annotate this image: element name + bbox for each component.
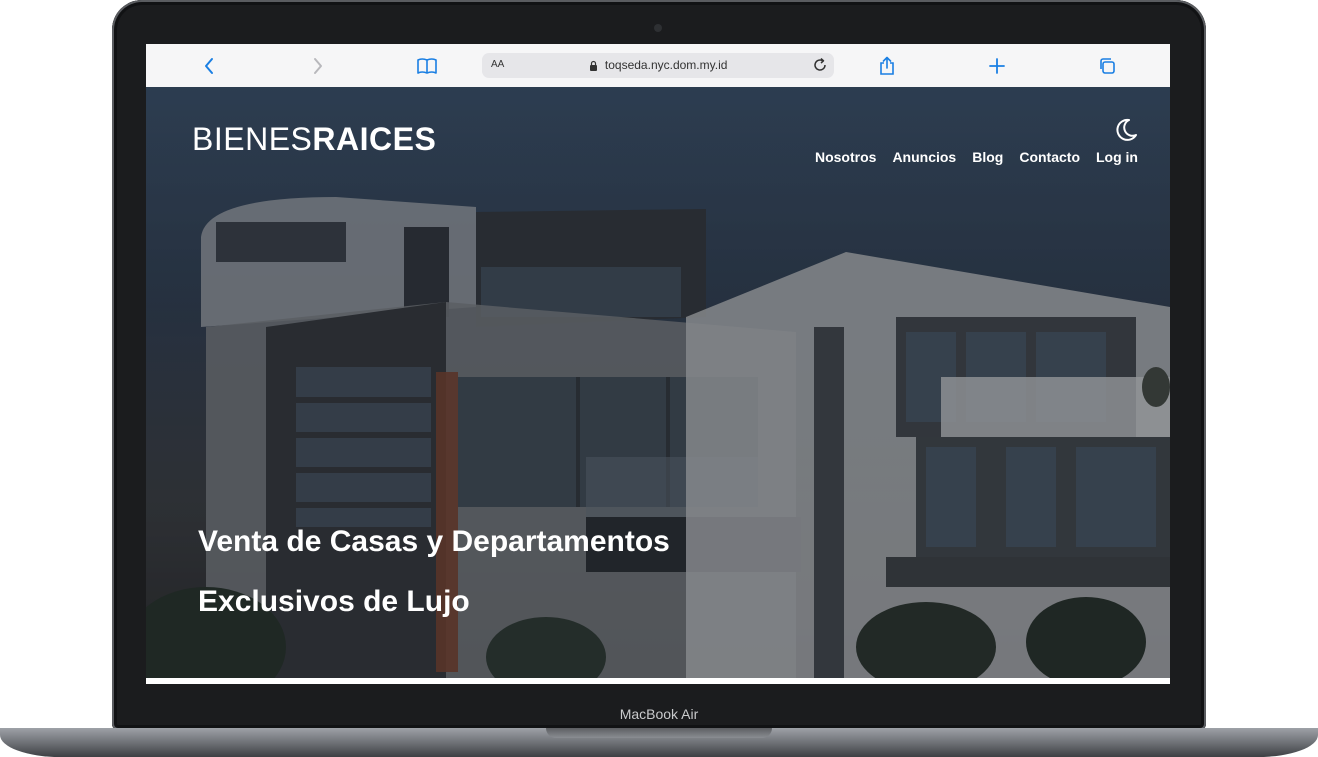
new-tab-button[interactable] [985, 54, 1009, 78]
lock-icon [589, 60, 597, 71]
browser-toolbar: AA toqseda.nyc.dom.my.id [146, 44, 1170, 88]
nav-link-anuncios[interactable]: Anuncios [892, 149, 956, 165]
laptop-mockup: MacBook Air AA toqseda.nyc.dom.my.id BIE… [0, 0, 1318, 757]
nav-link-contacto[interactable]: Contacto [1019, 149, 1080, 165]
back-button[interactable] [197, 54, 221, 78]
hero-headline-line2: Exclusivos de Lujo [198, 585, 470, 618]
hero-section: BIENESRAICES Nosotros Anuncios Blog Cont… [146, 87, 1170, 678]
chevron-right-icon [314, 58, 322, 74]
hero-headline-line1: Venta de Casas y Departamentos [198, 525, 670, 558]
chevron-left-icon [205, 58, 213, 74]
plus-icon [989, 58, 1005, 74]
url-text: toqseda.nyc.dom.my.id [604, 58, 728, 72]
nav-link-nosotros[interactable]: Nosotros [815, 149, 876, 165]
camera [654, 24, 662, 32]
main-nav: Nosotros Anuncios Blog Contacto Log in [815, 149, 1138, 165]
laptop-notch [546, 728, 772, 738]
logo-bold-text: RAICES [312, 121, 437, 157]
page-divider [146, 678, 1170, 684]
nav-link-login[interactable]: Log in [1096, 149, 1138, 165]
site-logo[interactable]: BIENESRAICES [192, 121, 436, 158]
address-bar[interactable]: AA toqseda.nyc.dom.my.id [482, 53, 834, 78]
nav-link-blog[interactable]: Blog [972, 149, 1003, 165]
screen: AA toqseda.nyc.dom.my.id BIENESRAICES No… [146, 44, 1170, 684]
tabs-icon [1100, 58, 1115, 74]
tabs-button[interactable] [1095, 54, 1119, 78]
moon-icon[interactable] [1114, 117, 1138, 143]
forward-button[interactable] [306, 54, 330, 78]
share-icon [880, 56, 894, 75]
reload-icon[interactable] [812, 57, 828, 73]
share-button[interactable] [875, 54, 899, 78]
device-label: MacBook Air [619, 706, 699, 722]
book-icon [417, 58, 437, 74]
logo-light-text: BIENES [192, 121, 313, 157]
bookmarks-button[interactable] [415, 54, 439, 78]
